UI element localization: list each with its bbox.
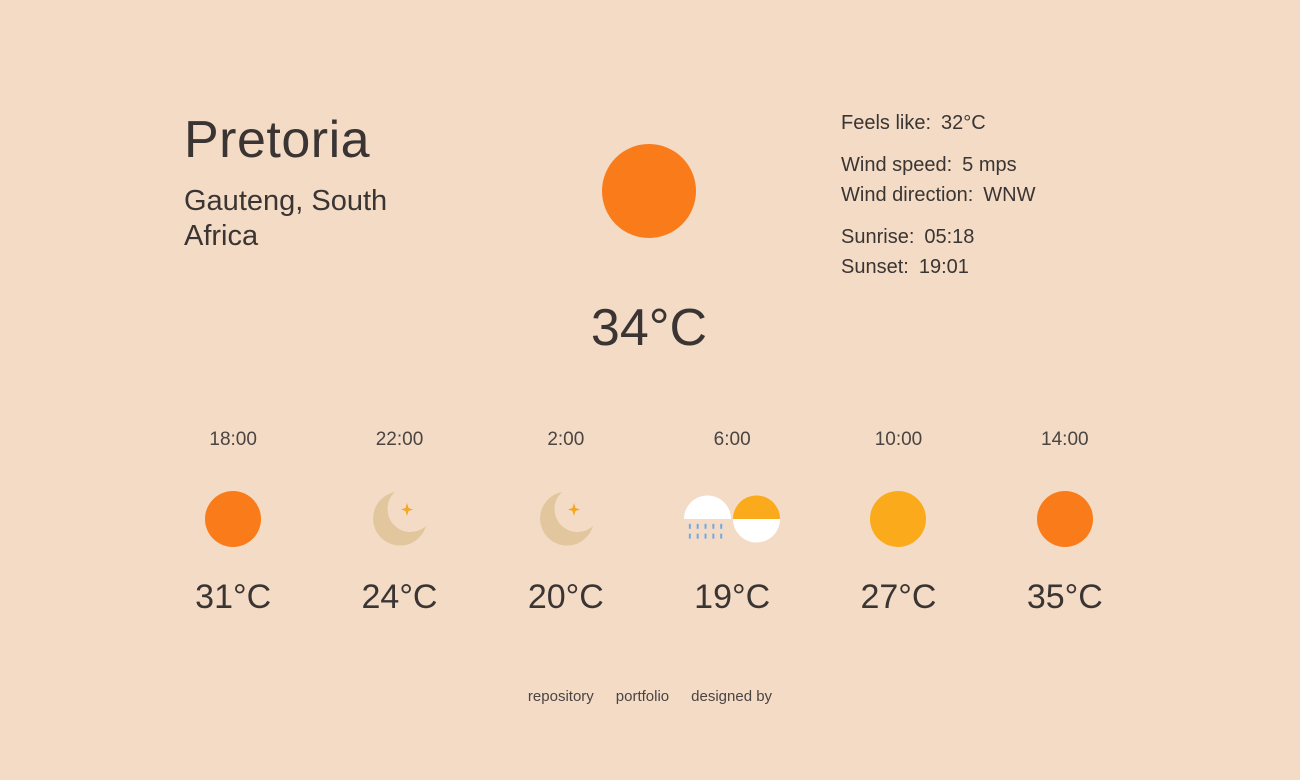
forecast-temperature: 31°C: [195, 578, 272, 616]
feels-like-label: Feels like:: [841, 112, 932, 134]
forecast-slot: 14:00 35°C: [982, 425, 1148, 619]
forecast-temperature: 19°C: [694, 578, 771, 616]
location-block: Pretoria Gauteng, South Africa: [184, 110, 444, 254]
rain-sun-icon: [682, 491, 782, 547]
moon-icon: [516, 491, 616, 547]
forecast-temperature: 20°C: [527, 578, 604, 616]
sunrise-value: 05:18: [924, 226, 975, 248]
sun-icon: [602, 144, 696, 238]
designed-by-link[interactable]: designed by: [691, 688, 772, 705]
sun-icon: [183, 491, 283, 547]
region-name: Gauteng, South Africa: [184, 185, 388, 252]
hourly-forecast: 18:00 31°C 22:00 24°C 2:00 20°C 6:00 19°…: [150, 425, 1148, 619]
forecast-time: 22:00: [375, 429, 424, 450]
sunset-row: Sunset: 19:01: [841, 252, 1141, 282]
wind-speed-row: Wind speed: 5 mps: [841, 150, 1141, 180]
forecast-time: 6:00: [713, 429, 751, 450]
repository-link[interactable]: repository: [528, 688, 594, 705]
forecast-time: 10:00: [874, 429, 923, 450]
forecast-time: 14:00: [1041, 429, 1089, 450]
forecast-time: 2:00: [547, 429, 585, 450]
city-name: Pretoria: [184, 111, 371, 169]
forecast-slot: 10:00 27°C: [815, 425, 981, 619]
sunset-label: Sunset:: [841, 256, 909, 278]
forecast-time: 18:00: [209, 429, 257, 450]
wind-direction-value: WNW: [983, 184, 1036, 206]
portfolio-link[interactable]: portfolio: [616, 688, 669, 705]
sun-icon: [848, 491, 948, 547]
wind-speed-value: 5 mps: [962, 154, 1017, 176]
wind-direction-row: Wind direction: WNW: [841, 180, 1141, 210]
forecast-temperature: 27°C: [860, 578, 937, 616]
forecast-slot: 6:00 19°C: [649, 425, 815, 619]
weather-details: Feels like: 32°C Wind speed: 5 mps Wind di…: [841, 108, 1141, 282]
sun-icon: [1015, 491, 1115, 547]
forecast-slot: 18:00 31°C: [150, 425, 316, 619]
forecast-slot: 22:00 24°C: [316, 425, 482, 619]
forecast-temperature: 35°C: [1026, 578, 1103, 616]
footer-links: repository portfolio designed by: [0, 688, 1300, 705]
feels-like-value: 32°C: [941, 112, 986, 134]
moon-icon: [349, 491, 449, 547]
current-temperature: 34°C: [590, 299, 708, 357]
wind-speed-label: Wind speed:: [841, 154, 953, 176]
sunset-value: 19:01: [918, 256, 969, 278]
feels-like-row: Feels like: 32°C: [841, 108, 1141, 138]
wind-direction-label: Wind direction:: [841, 184, 974, 206]
sunrise-label: Sunrise:: [841, 226, 915, 248]
forecast-slot: 2:00 20°C: [483, 425, 649, 619]
sunrise-row: Sunrise: 05:18: [841, 222, 1141, 252]
forecast-temperature: 24°C: [361, 578, 438, 616]
